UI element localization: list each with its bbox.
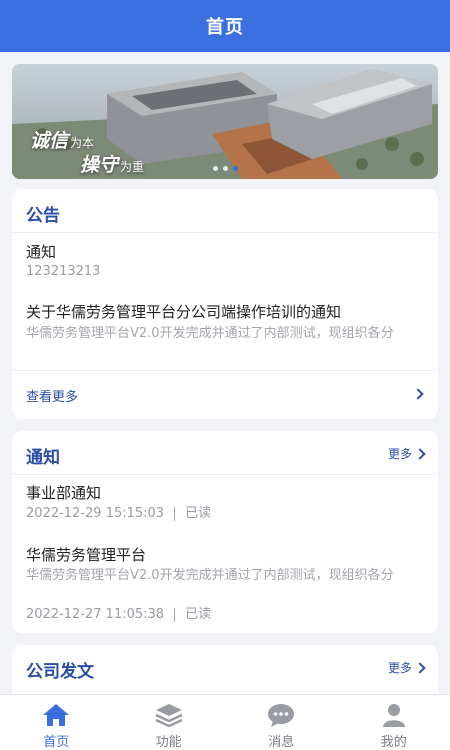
documents-more-label: 更多: [387, 661, 412, 675]
notice-time: 2022-12-29 15:15:03: [26, 506, 165, 521]
notice-item-meta: 2022-12-27 11:05:38 已读: [26, 605, 211, 624]
announcement-item-subtitle: 123213213: [26, 264, 101, 279]
slogan-1-suffix: 为本: [70, 136, 95, 150]
notices-more-label: 更多: [387, 447, 412, 461]
chevron-right-icon: [414, 447, 426, 460]
tab-label: 首页: [43, 735, 70, 750]
divider: [12, 232, 438, 233]
notices-more-link[interactable]: 更多: [387, 445, 426, 462]
notice-item-meta: 2022-12-29 15:15:03 已读: [26, 504, 211, 523]
notices-card: 通知 更多 事业部通知 2022-12-29 15:15:03 已读 华儒劳务管理…: [12, 431, 438, 633]
announcement-item-title: 关于华儒劳务管理平台分公司端操作培训的通知: [26, 303, 342, 321]
layers-icon: [155, 704, 183, 727]
announcement-item-title: 通知: [26, 243, 57, 261]
carousel-dot[interactable]: [222, 166, 228, 171]
top-header: 首页: [0, 0, 450, 52]
slogan-1-main: 诚信: [30, 130, 69, 152]
announcements-card: 公告 通知 123213213 关于华儒劳务管理平台分公司端操作培训的通知 华儒…: [12, 189, 438, 419]
tab-label: 功能: [155, 735, 182, 750]
notice-time: 2022-12-27 11:05:38: [26, 607, 165, 622]
carousel-indicator: [0, 166, 450, 171]
tab-functions[interactable]: 功能: [113, 695, 226, 750]
page-title: 首页: [206, 17, 244, 38]
divider: [174, 506, 176, 521]
notice-item-title: 事业部通知: [26, 484, 102, 502]
carousel-dot-active[interactable]: [232, 166, 238, 171]
notice-item-desc: 华儒劳务管理平台V2.0开发完成并通过了内部测试，现组织各分: [26, 568, 394, 583]
notices-title: 通知: [26, 448, 60, 468]
tab-profile[interactable]: 我的: [338, 695, 450, 750]
tab-home[interactable]: 首页: [0, 695, 113, 750]
documents-title: 公司发文: [26, 662, 94, 682]
notice-item-title: 华儒劳务管理平台: [26, 546, 147, 564]
announcements-title: 公告: [26, 206, 60, 226]
bottom-tab-bar: 首页 功能 消息 我的: [0, 694, 450, 750]
banner-image: [12, 64, 438, 179]
banner-slogan-1: 诚信 为本: [30, 126, 94, 153]
slogan-2-main: 操守: [80, 154, 119, 176]
divider: [12, 474, 438, 475]
view-more-link[interactable]: 查看更多: [26, 386, 78, 405]
carousel-dot[interactable]: [212, 166, 218, 171]
divider: [174, 607, 176, 622]
documents-more-link[interactable]: 更多: [387, 659, 426, 676]
user-icon: [382, 704, 405, 727]
home-icon: [43, 704, 70, 726]
banner-slogan-2: 操守 为重: [80, 150, 144, 177]
tab-messages[interactable]: 消息: [225, 695, 338, 750]
read-status: 已读: [185, 506, 212, 521]
chevron-right-icon: [414, 661, 426, 674]
chevron-right-icon: [412, 388, 424, 400]
divider: [12, 370, 438, 371]
tab-label: 我的: [380, 735, 407, 750]
read-status: 已读: [185, 607, 212, 622]
banner-carousel[interactable]: [12, 64, 438, 179]
announcement-item-desc: 华儒劳务管理平台V2.0开发完成并通过了内部测试，现组织各分: [26, 326, 394, 341]
tab-label: 消息: [268, 735, 295, 750]
chat-icon: [268, 704, 295, 727]
